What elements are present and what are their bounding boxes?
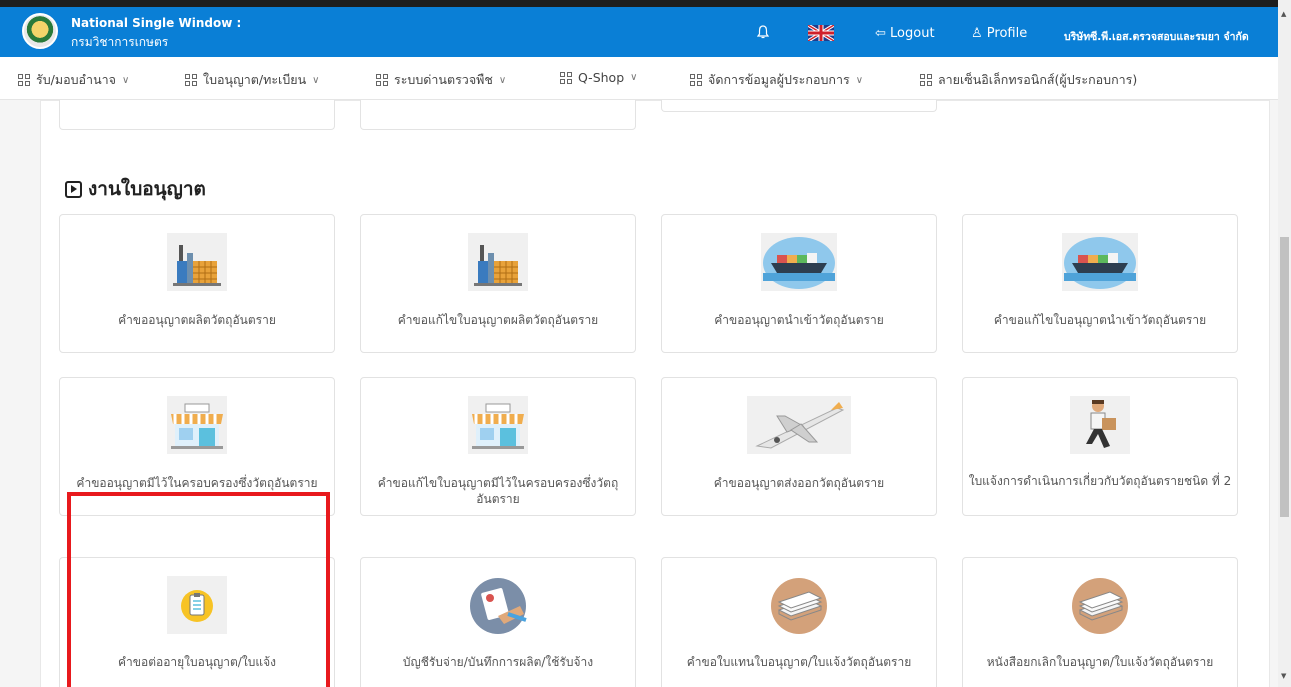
card-label: คำขออนุญาตนำเข้าวัตถุอันตราย	[714, 313, 884, 327]
card-partial[interactable]	[360, 100, 636, 130]
menu-q-shop[interactable]: Q-Shop ∨	[560, 70, 637, 85]
cargo-ship-icon	[761, 233, 837, 291]
chevron-down-icon: ∨	[498, 74, 507, 86]
card-cancel-license[interactable]: หนังสือยกเลิกใบอนุญาต/ใบแจ้งวัตถุอันตราย	[962, 557, 1238, 687]
card-label: บัญชีรับจ่าย/บันทึกการผลิต/ใช้รับจ้าง	[402, 655, 594, 669]
airplane-icon	[747, 396, 851, 454]
vertical-scrollbar[interactable]: ▲ ▼	[1278, 0, 1291, 687]
company-name[interactable]: บริษัทซี.พี.เอส.ตรวจสอบและรมยา จำกัด	[1064, 28, 1249, 45]
card-export-license[interactable]: คำขออนุญาตส่งออกวัตถุอันตราย	[661, 377, 937, 516]
card-import-license[interactable]: คำขออนุญาตนำเข้าวัตถุอันตราย	[661, 214, 937, 353]
factory-icon	[468, 233, 528, 291]
card-label: ใบแจ้งการดำเนินการเกี่ยวกับวัตถุอันตรายช…	[968, 474, 1232, 488]
card-label: คำขออนุญาตส่งออกวัตถุอันตราย	[713, 476, 885, 490]
uk-flag-icon[interactable]	[808, 25, 834, 41]
play-icon	[65, 180, 82, 198]
card-label: คำขออนุญาตมีไว้ในครอบครองซึ่งวัตถุอันตรา…	[76, 476, 318, 490]
logout-icon: ⇦	[875, 26, 886, 41]
card-account-records[interactable]: บัญชีรับจ่าย/บันทึกการผลิต/ใช้รับจ้าง	[360, 557, 636, 687]
factory-icon	[167, 233, 227, 291]
scroll-up-icon[interactable]: ▲	[1281, 10, 1286, 18]
card-label: หนังสือยกเลิกใบอนุญาต/ใบแจ้งวัตถุอันตราย	[986, 655, 1214, 669]
profile-label: Profile	[986, 26, 1028, 41]
section-title: งานใบอนุญาต	[88, 178, 206, 200]
card-label: คำขอแก้ไขใบอนุญาตมีไว้ในครอบครองซึ่งวัตถ…	[377, 476, 619, 506]
top-header-bar: National Single Window : กรมวิชาการเกษตร…	[0, 0, 1291, 57]
card-edit-production-license[interactable]: คำขอแก้ไขใบอนุญาตผลิตวัตถุอันตราย	[360, 214, 636, 353]
menu-authorization[interactable]: รับ/มอบอำนาจ ∨	[18, 70, 129, 90]
grid-icon	[920, 74, 932, 86]
department-logo[interactable]	[22, 13, 58, 49]
bell-icon[interactable]	[757, 25, 769, 39]
menu-label: ระบบด่านตรวจพืช	[394, 72, 493, 87]
section-heading: งานใบอนุญาต	[65, 174, 206, 204]
menu-operator-data[interactable]: จัดการข้อมูลผู้ประกอบการ ∨	[690, 70, 863, 90]
menu-label: ใบอนุญาต/ทะเบียน	[203, 72, 307, 87]
menu-license-registration[interactable]: ใบอนุญาต/ทะเบียน ∨	[185, 70, 319, 90]
scrollbar-thumb[interactable]	[1280, 237, 1289, 517]
card-type2-notification[interactable]: ใบแจ้งการดำเนินการเกี่ยวกับวัตถุอันตรายช…	[962, 377, 1238, 516]
grid-icon	[185, 74, 197, 86]
menu-label: ลายเซ็นอิเล็กทรอนิกส์(ผู้ประกอบการ)	[938, 72, 1138, 87]
logout-link[interactable]: ⇦ Logout	[875, 26, 935, 41]
chevron-down-icon: ∨	[312, 74, 320, 86]
card-edit-import-license[interactable]: คำขอแก้ไขใบอนุญาตนำเข้าวัตถุอันตราย	[962, 214, 1238, 353]
card-label: คำขอแก้ไขใบอนุญาตผลิตวัตถุอันตราย	[397, 313, 599, 327]
chevron-down-icon: ∨	[855, 74, 864, 86]
card-label: คำขออนุญาตผลิตวัตถุอันตราย	[118, 313, 276, 327]
menu-label: จัดการข้อมูลผู้ประกอบการ	[708, 72, 850, 87]
paper-stack-icon	[1072, 578, 1128, 634]
org-title: National Single Window :	[71, 16, 242, 30]
cargo-ship-icon	[1062, 233, 1138, 291]
delivery-man-icon	[1070, 396, 1130, 454]
card-partial[interactable]	[59, 100, 335, 130]
store-icon	[468, 396, 528, 454]
menu-label: Q-Shop	[578, 70, 625, 85]
grid-icon	[18, 74, 30, 86]
profile-link[interactable]: ♙ Profile	[971, 26, 1027, 41]
card-edit-possession-license[interactable]: คำขอแก้ไขใบอนุญาตมีไว้ในครอบครองซึ่งวัตถ…	[360, 377, 636, 516]
chevron-down-icon: ∨	[121, 74, 130, 86]
grid-icon	[376, 74, 388, 86]
menu-e-signature[interactable]: ลายเซ็นอิเล็กทรอนิกส์(ผู้ประกอบการ)	[920, 70, 1137, 90]
card-replacement-license[interactable]: คำขอใบแทนใบอนุญาต/ใบแจ้งวัตถุอันตราย	[661, 557, 937, 687]
user-icon: ♙	[971, 26, 983, 41]
main-menu: รับ/มอบอำนาจ ∨ ใบอนุญาต/ทะเบียน ∨ ระบบด่…	[0, 57, 1291, 100]
card-production-license[interactable]: คำขออนุญาตผลิตวัตถุอันตราย	[59, 214, 335, 353]
paper-stack-icon	[771, 578, 827, 634]
card-partial[interactable]	[661, 100, 937, 112]
grid-icon	[560, 71, 572, 84]
card-label: คำขอแก้ไขใบอนุญาตนำเข้าวัตถุอันตราย	[993, 313, 1207, 327]
scroll-down-icon[interactable]: ▼	[1281, 672, 1286, 680]
document-hand-icon	[470, 578, 527, 634]
org-subtitle: กรมวิชาการเกษตร	[71, 35, 169, 49]
store-icon	[167, 396, 227, 454]
menu-plant-checkpoint[interactable]: ระบบด่านตรวจพืช ∨	[376, 70, 506, 90]
logout-label: Logout	[890, 26, 935, 41]
card-label: คำขอใบแทนใบอนุญาต/ใบแจ้งวัตถุอันตราย	[686, 655, 912, 669]
menu-label: รับ/มอบอำนาจ	[36, 72, 116, 87]
chevron-down-icon: ∨	[630, 72, 638, 83]
highlight-box	[67, 492, 330, 687]
grid-icon	[690, 74, 702, 86]
